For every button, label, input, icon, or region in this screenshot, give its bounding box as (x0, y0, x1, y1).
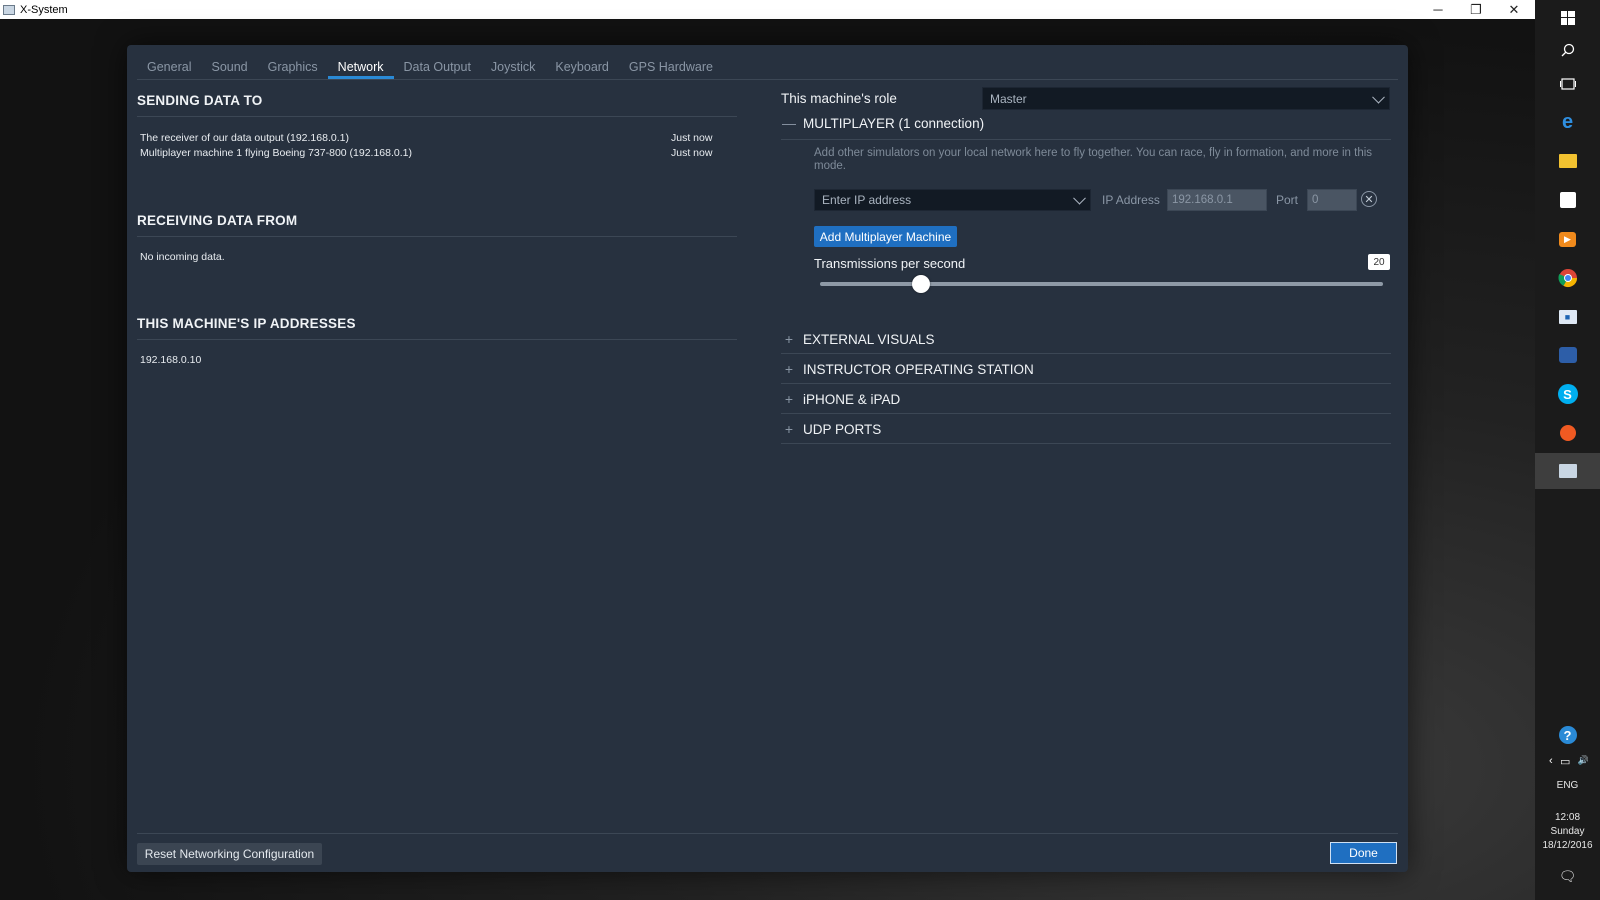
close-icon: ✕ (1364, 193, 1374, 206)
role-label: This machine's role (781, 91, 897, 106)
sending-row-label: Multiplayer machine 1 flying Boeing 737-… (140, 147, 413, 159)
app-icon (3, 4, 15, 15)
multiplayer-group-header[interactable]: — MULTIPLAYER (1 connection) (781, 115, 984, 131)
store-icon[interactable] (1535, 182, 1600, 218)
minimize-button[interactable]: ─ (1420, 0, 1456, 19)
tps-value-field[interactable]: 20 (1368, 254, 1390, 270)
tps-slider-track[interactable] (820, 282, 1383, 286)
port-label: Port (1276, 193, 1299, 207)
ip-addresses-title: THIS MACHINE'S IP ADDRESSES (137, 316, 356, 331)
divider (137, 116, 737, 117)
receiving-data-title: RECEIVING DATA FROM (137, 213, 298, 228)
remove-connection-button[interactable]: ✕ (1361, 191, 1377, 207)
volume-icon[interactable]: 🔊 (1578, 755, 1589, 768)
file-explorer-icon[interactable] (1535, 143, 1600, 179)
tab-bar: General Sound Graphics Network Data Outp… (137, 57, 1398, 80)
chevron-left-icon[interactable]: ‹ (1549, 755, 1553, 768)
restore-button[interactable]: ❐ (1458, 0, 1494, 19)
udp-ports-header[interactable]: + UDP PORTS (781, 421, 881, 437)
expand-icon: + (784, 421, 794, 437)
windows-start-icon[interactable] (1535, 0, 1600, 36)
search-icon[interactable] (1535, 32, 1600, 68)
divider (781, 383, 1391, 384)
expand-icon: + (784, 361, 794, 377)
tab-joystick[interactable]: Joystick (481, 57, 545, 79)
sending-row-label: The receiver of our data output (192.168… (140, 132, 349, 144)
group-title: iPHONE & iPAD (803, 391, 901, 407)
receiving-empty-text: No incoming data. (140, 251, 225, 263)
help-icon[interactable]: ? (1535, 722, 1600, 748)
ip-address-field[interactable]: 192.168.0.1 (1167, 189, 1267, 211)
tps-slider-thumb[interactable] (912, 275, 931, 293)
tab-keyboard[interactable]: Keyboard (545, 57, 619, 79)
group-title: INSTRUCTOR OPERATING STATION (803, 361, 1034, 377)
multiplayer-description: Add other simulators on your local netwo… (814, 147, 1373, 172)
media-player-icon[interactable]: ▶ (1535, 221, 1600, 257)
collapse-icon: — (782, 115, 796, 131)
tps-label: Transmissions per second (814, 256, 966, 271)
divider (781, 413, 1391, 414)
footer-divider (137, 833, 1398, 834)
window-title: X-System (20, 3, 68, 16)
reset-networking-button[interactable]: Reset Networking Configuration (137, 843, 322, 865)
done-button[interactable]: Done (1330, 842, 1397, 864)
tab-gps-hardware[interactable]: GPS Hardware (619, 57, 723, 79)
tab-network[interactable]: Network (327, 57, 394, 79)
language-indicator[interactable]: ENG (1535, 780, 1600, 791)
origin-icon[interactable] (1535, 415, 1600, 451)
network-icon[interactable]: ▭ (1560, 755, 1570, 768)
ip-address-label: IP Address (1102, 193, 1160, 207)
divider (781, 139, 1391, 140)
ip-address-item: 192.168.0.10 (140, 354, 202, 366)
chevron-down-icon (1073, 191, 1086, 205)
iphone-ipad-header[interactable]: + iPHONE & iPAD (781, 391, 900, 407)
clock-date[interactable]: 18/12/2016 (1535, 840, 1600, 851)
add-multiplayer-button[interactable]: Add Multiplayer Machine (814, 226, 957, 247)
role-select-value: Master (990, 91, 1027, 106)
tab-graphics[interactable]: Graphics (258, 57, 328, 79)
port-field[interactable]: 0 (1307, 189, 1357, 211)
network-app-icon[interactable] (1535, 337, 1600, 373)
instructor-station-header[interactable]: + INSTRUCTOR OPERATING STATION (781, 361, 1034, 377)
close-button[interactable]: ✕ (1496, 0, 1532, 19)
sending-row-time: Just now (671, 147, 713, 159)
notification-icon[interactable]: 🗨 (1535, 868, 1600, 885)
divider (781, 443, 1391, 444)
sending-row-time: Just now (671, 132, 713, 144)
expand-icon: + (784, 391, 794, 407)
external-visuals-header[interactable]: + EXTERNAL VISUALS (781, 331, 935, 347)
edge-browser-icon[interactable]: e (1535, 104, 1600, 140)
clock-day[interactable]: Sunday (1535, 826, 1600, 837)
group-title: UDP PORTS (803, 421, 882, 437)
settings-dialog: General Sound Graphics Network Data Outp… (127, 45, 1408, 872)
remote-desktop-icon[interactable]: ■ (1535, 299, 1600, 335)
tab-general[interactable]: General (137, 57, 201, 79)
divider (137, 339, 737, 340)
ip-address-select[interactable]: Enter IP address (814, 189, 1091, 211)
role-select[interactable]: Master (982, 87, 1390, 110)
system-tray: ‹ ▭ 🔊 (1549, 755, 1589, 768)
tab-data-output[interactable]: Data Output (394, 57, 481, 79)
chevron-down-icon (1372, 90, 1385, 104)
divider (781, 353, 1391, 354)
windows-logo-icon (1558, 8, 1578, 28)
skype-icon[interactable]: S (1535, 376, 1600, 412)
sending-data-title: SENDING DATA TO (137, 93, 263, 108)
windows-taskbar: e ▶ ■ S ? ‹ ▭ 🔊 (1535, 0, 1600, 900)
clock-time[interactable]: 12:08 (1535, 812, 1600, 823)
tab-sound[interactable]: Sound (201, 57, 257, 79)
task-view-icon[interactable] (1535, 66, 1600, 102)
multiplayer-title: MULTIPLAYER (1 connection) (803, 115, 985, 131)
expand-icon: + (784, 331, 794, 347)
xsystem-app-icon[interactable] (1535, 453, 1600, 489)
group-title: EXTERNAL VISUALS (803, 331, 935, 347)
window-titlebar: X-System ─ ❐ ✕ (0, 0, 1535, 19)
chrome-icon[interactable] (1535, 260, 1600, 296)
ip-select-placeholder: Enter IP address (822, 193, 912, 207)
divider (137, 236, 737, 237)
